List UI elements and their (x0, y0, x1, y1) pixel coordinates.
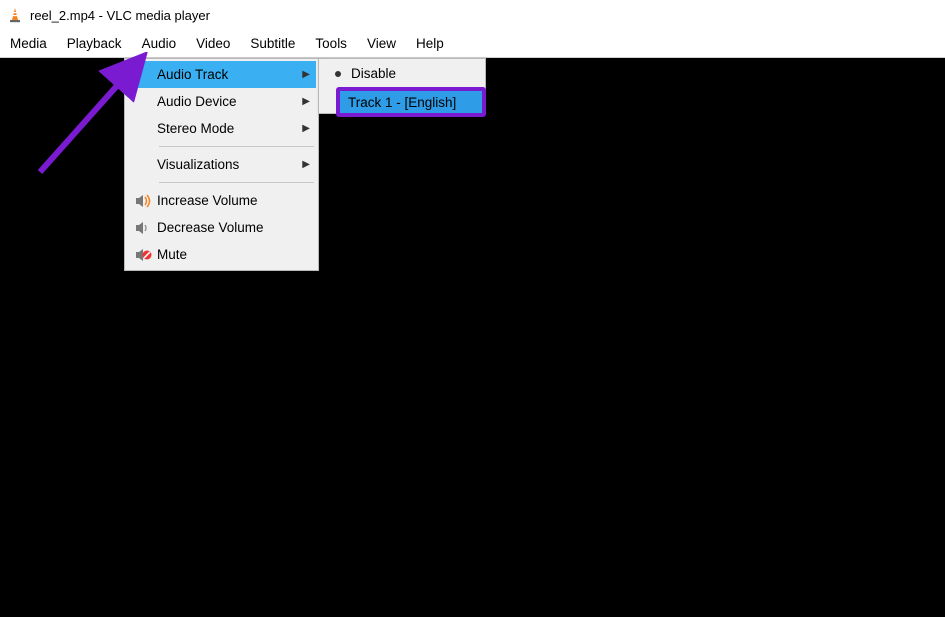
track1-item[interactable]: Track 1 - [English] (336, 87, 486, 117)
submenu-arrow-icon: ▶ (302, 96, 310, 107)
increase-volume-label: Increase Volume (157, 193, 310, 208)
menubar: Media Playback Audio Video Subtitle Tool… (0, 30, 945, 58)
menu-help[interactable]: Help (406, 30, 454, 57)
menu-video[interactable]: Video (186, 30, 240, 57)
menu-separator (159, 146, 314, 147)
stereo-mode-item[interactable]: Stereo Mode ▶ (127, 115, 316, 142)
menu-view[interactable]: View (357, 30, 406, 57)
decrease-volume-item[interactable]: Decrease Volume (127, 214, 316, 241)
visualizations-label: Visualizations (157, 157, 302, 172)
menu-playback[interactable]: Playback (57, 30, 132, 57)
window-title: reel_2.mp4 - VLC media player (30, 8, 210, 23)
mute-item[interactable]: Mute (127, 241, 316, 268)
menu-audio[interactable]: Audio (132, 30, 187, 57)
stereo-mode-label: Stereo Mode (157, 121, 302, 136)
audio-device-label: Audio Device (157, 94, 302, 109)
mute-label: Mute (157, 247, 310, 262)
vlc-cone-icon (8, 7, 22, 23)
titlebar: reel_2.mp4 - VLC media player (0, 0, 945, 30)
submenu-arrow-icon: ▶ (302, 69, 310, 80)
audio-device-item[interactable]: Audio Device ▶ (127, 88, 316, 115)
radio-bullet-icon (325, 71, 351, 77)
increase-volume-item[interactable]: Increase Volume (127, 187, 316, 214)
volume-down-icon (131, 220, 157, 236)
submenu-arrow-icon: ▶ (302, 159, 310, 170)
disable-track-item[interactable]: Disable (321, 61, 483, 86)
mute-icon (131, 247, 157, 263)
audio-track-label: Audio Track (157, 67, 302, 82)
menu-media[interactable]: Media (0, 30, 57, 57)
disable-label: Disable (351, 66, 396, 81)
visualizations-item[interactable]: Visualizations ▶ (127, 151, 316, 178)
audio-dropdown: Audio Track ▶ Audio Device ▶ Stereo Mode… (124, 58, 319, 271)
decrease-volume-label: Decrease Volume (157, 220, 310, 235)
audio-track-item[interactable]: Audio Track ▶ (127, 61, 316, 88)
menu-subtitle[interactable]: Subtitle (240, 30, 305, 57)
menu-tools[interactable]: Tools (305, 30, 357, 57)
submenu-arrow-icon: ▶ (302, 123, 310, 134)
track1-label: Track 1 - [English] (348, 95, 456, 110)
menu-separator (159, 182, 314, 183)
volume-up-icon (131, 193, 157, 209)
